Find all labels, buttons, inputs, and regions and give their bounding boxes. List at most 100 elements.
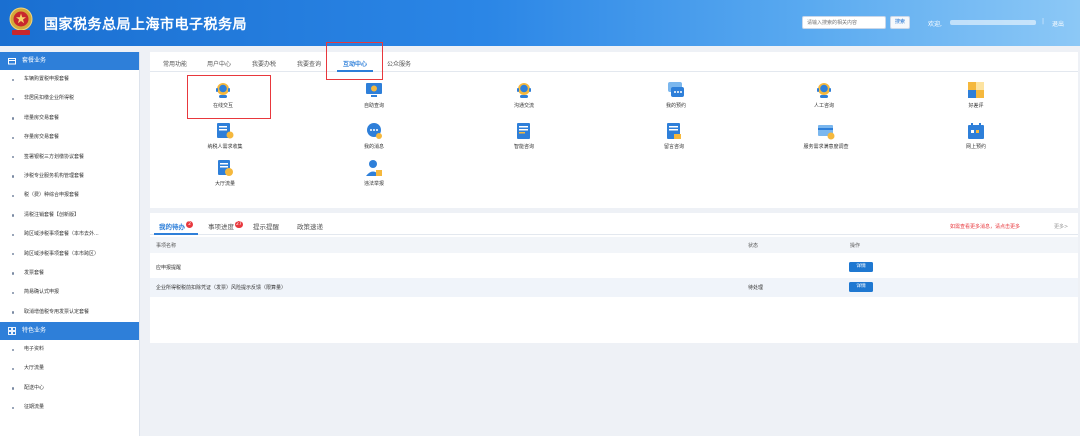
func-online-interaction[interactable]: 在线交互 <box>183 81 263 109</box>
row-name: 应申报提醒 <box>156 265 182 271</box>
more-link[interactable]: 更多> <box>1054 223 1068 230</box>
highlight-box-tab <box>326 42 383 80</box>
header-separator: | <box>1042 18 1045 25</box>
sidebar-section-label: 特色业务 <box>22 327 47 335</box>
func-hall-traffic[interactable]: 大厅流量 <box>185 159 265 187</box>
list-user-icon <box>217 123 234 139</box>
site-title: 国家税务总局上海市电子税务局 <box>44 17 247 33</box>
func-label: 大厅流量 <box>214 181 235 187</box>
tab-user-center[interactable]: 用户中心 <box>207 59 231 68</box>
headset-icon <box>817 83 831 98</box>
row-name: 企业所得税税前扣除凭证（发票）风险提示反馈（限算量） <box>156 285 287 291</box>
sidebar-item[interactable]: 大厅流量 <box>0 359 139 378</box>
headset-icon <box>216 83 230 98</box>
search-button[interactable]: 搜索 <box>890 16 910 29</box>
sidebar-item[interactable]: 增量房交易套餐 <box>0 109 139 128</box>
sidebar-item[interactable]: 签署银税三方划缴协议套餐 <box>0 148 139 167</box>
package-icon <box>8 58 16 65</box>
tab-query[interactable]: 我要查询 <box>297 59 321 68</box>
sidebar-item[interactable]: 跨区域涉税事项套餐（本市跨区） <box>0 245 139 264</box>
col-name: 事项名称 <box>156 243 177 249</box>
func-online-booking[interactable]: 网上预约 <box>936 122 1016 150</box>
bottom-tab-bar: 我的待办 2 事项进度 27 提示提醒 政策速递 如需查看更多消息，请点击更多 更多… <box>150 213 1078 235</box>
tab-reminders[interactable]: 提示提醒 <box>253 221 279 231</box>
sidebar-item[interactable]: 发票套餐 <box>0 264 139 283</box>
sidebar-item[interactable]: 征期流量 <box>0 398 139 417</box>
tab-label: 我的待办 <box>159 223 185 231</box>
func-label: 好差评 <box>968 103 984 109</box>
tab-public-service[interactable]: 公众服务 <box>387 59 411 68</box>
sidebar-item[interactable]: 涉税专业服务机构管理套餐 <box>0 167 139 186</box>
tab-progress[interactable]: 事项进度 27 <box>208 221 243 231</box>
func-label: 网上预约 <box>965 144 986 150</box>
logout-link[interactable]: 退出 <box>1052 19 1064 28</box>
func-label: 我的预约 <box>665 103 686 109</box>
table-header: 事项名称 状态 操作 <box>150 237 1078 253</box>
table-row: 企业所得税税前扣除凭证（发票）风险提示反馈（限算量） 待处理 详情 <box>150 278 1078 297</box>
tab-common[interactable]: 常用功能 <box>163 59 187 68</box>
func-label: 纳税人需求收集 <box>207 144 243 150</box>
sidebar-section-packages[interactable]: 套餐业务 <box>0 52 139 70</box>
func-label: 违法举报 <box>363 181 384 187</box>
count-badge: 27 <box>235 221 243 228</box>
col-action: 操作 <box>850 243 861 249</box>
calendar-icon <box>968 123 984 139</box>
tab-label: 事项进度 <box>208 223 234 231</box>
search-input[interactable] <box>802 16 886 29</box>
sidebar-item[interactable]: 清税注销套餐【创新版】 <box>0 206 139 225</box>
document-clock-icon <box>218 160 233 176</box>
sidebar-section-label: 套餐业务 <box>22 57 47 64</box>
detail-button[interactable]: 详情 <box>849 282 873 292</box>
detail-button[interactable]: 详情 <box>849 262 873 272</box>
func-label: 沟通交流 <box>513 103 534 109</box>
more-notice: 如需查看更多消息，请点击更多 <box>950 224 1021 230</box>
sidebar-item[interactable]: 配送中心 <box>0 379 139 398</box>
document-icon <box>517 123 530 139</box>
func-label: 人工咨询 <box>813 103 834 109</box>
func-manual-consult[interactable]: 人工咨询 <box>784 81 864 109</box>
message-icon <box>367 123 382 139</box>
sidebar-item[interactable]: 简易确认式申报 <box>0 283 139 302</box>
tab-tax-handling[interactable]: 我要办税 <box>252 59 276 68</box>
chat-icon <box>668 82 684 97</box>
top-tab-bar: 常用功能 用户中心 我要办税 我要查询 互动中心 公众服务 <box>150 52 1078 72</box>
sidebar-item[interactable]: 跨区域涉税事项套餐（本市去外... <box>0 225 139 244</box>
func-needs-collection[interactable]: 纳税人需求收集 <box>185 122 265 150</box>
top-header: 国家税务总局上海市电子税务局 搜索 欢迎, | 退出 <box>0 0 1080 46</box>
row-status: 待处理 <box>748 285 764 291</box>
tax-emblem-icon <box>9 7 33 35</box>
sidebar-item[interactable]: 税（费）种综合申报套餐 <box>0 186 139 205</box>
sidebar-section-featured[interactable]: 特色业务 <box>0 322 139 341</box>
func-label: 自助查询 <box>363 103 384 109</box>
welcome-text: 欢迎, <box>928 21 942 28</box>
tab-my-todo[interactable]: 我的待办 2 <box>159 221 193 231</box>
func-communication[interactable]: 沟通交流 <box>484 81 564 109</box>
sidebar-item[interactable]: 非居民扣缴企业所得税 <box>0 89 139 108</box>
func-self-query[interactable]: 自助查询 <box>334 81 414 109</box>
col-status: 状态 <box>748 243 759 249</box>
active-tab-indicator <box>154 233 198 235</box>
func-smart-consult[interactable]: 智能咨询 <box>484 122 564 150</box>
sidebar-item[interactable]: 电子资料 <box>0 340 139 359</box>
monitor-search-icon <box>366 83 382 97</box>
count-badge: 2 <box>186 221 193 228</box>
func-violation-report[interactable]: 违法举报 <box>334 159 414 187</box>
todo-panel: 我的待办 2 事项进度 27 提示提醒 政策速递 如需查看更多消息，请点击更多 更多… <box>150 213 1078 343</box>
sidebar-item[interactable]: 存量房交易套餐 <box>0 128 139 147</box>
sidebar-item[interactable]: 取消增值税专用发票认定套餐 <box>0 303 139 322</box>
func-label: 留言咨询 <box>663 144 684 150</box>
user-name-redacted <box>950 20 1036 25</box>
func-satisfaction-survey[interactable]: 服务需求满意度调查 <box>786 122 866 150</box>
tab-policy[interactable]: 政策速递 <box>297 221 323 231</box>
headset-icon <box>517 83 531 98</box>
func-my-messages[interactable]: 我的消息 <box>334 122 414 150</box>
func-my-appointment[interactable]: 我的预约 <box>636 81 716 109</box>
sidebar: 套餐业务 车辆购置税申报套餐 非居民扣缴企业所得税 增量房交易套餐 存量房交易套… <box>0 52 140 436</box>
star-rating-icon <box>968 82 984 98</box>
func-rating[interactable]: 好差评 <box>936 81 1016 109</box>
user-report-icon <box>366 160 382 176</box>
func-label: 我的消息 <box>363 144 384 150</box>
func-message-consult[interactable]: 留言咨询 <box>634 122 714 150</box>
sidebar-item[interactable]: 车辆购置税申报套餐 <box>0 70 139 89</box>
card-icon <box>818 125 835 140</box>
